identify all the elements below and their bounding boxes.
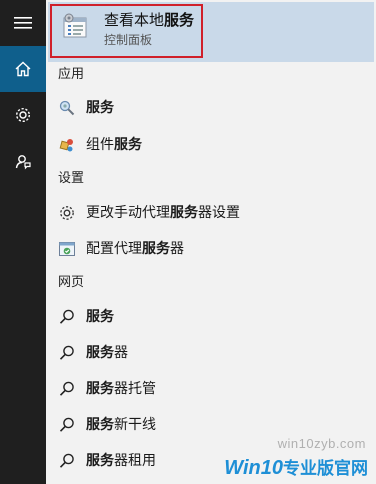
- search-icon: [58, 308, 76, 326]
- label-prefix: 组件: [86, 137, 114, 153]
- watermark-brand: Win10专业版官网: [224, 454, 368, 480]
- hamburger-menu-icon: [14, 16, 32, 30]
- left-rail: [0, 0, 46, 484]
- label-bold: 服务: [170, 205, 198, 221]
- setting-result-label: 更改手动代理服务器设置: [86, 196, 240, 230]
- label-bold: 服务: [86, 100, 114, 116]
- web-result[interactable]: 服务: [46, 300, 376, 334]
- menu-button[interactable]: [0, 0, 46, 46]
- app-result-label: 组件服务: [86, 128, 142, 162]
- label-suffix: 新干线: [114, 417, 156, 433]
- label-suffix: 器: [114, 345, 128, 361]
- search-results-panel: 查看本地服务 控制面板 应用 服务 组件服务 设置 更改手动代理服务器设置 配置…: [46, 0, 376, 484]
- top-result-title: 查看本地服务: [104, 10, 194, 30]
- gear-icon: [14, 106, 32, 124]
- setting-result-proxy-manual[interactable]: 更改手动代理服务器设置: [46, 196, 376, 230]
- label-bold: 服务: [114, 137, 142, 153]
- label-prefix: 配置代理: [86, 241, 142, 257]
- web-result-label: 服务器租用: [86, 444, 156, 478]
- label-suffix: 器托管: [114, 381, 156, 397]
- section-settings-heading: 设置: [58, 171, 85, 186]
- magnifier-gear-icon: [58, 99, 76, 117]
- site-watermark: win10zyb.com Win10专业版官网: [200, 434, 376, 484]
- proxy-config-icon: [58, 240, 76, 258]
- services-window-icon: [61, 12, 91, 42]
- web-result[interactable]: 服务器: [46, 336, 376, 370]
- section-apps-heading: 应用: [58, 67, 85, 82]
- top-result-title-bold: 服务: [164, 11, 195, 29]
- label-bold: 服务: [86, 345, 114, 361]
- top-result-subtitle: 控制面板: [104, 33, 153, 47]
- top-result-item[interactable]: 查看本地服务 控制面板: [48, 2, 374, 62]
- web-result-label: 服务新干线: [86, 408, 156, 442]
- gear-icon: [58, 204, 76, 222]
- feedback-button[interactable]: [0, 138, 46, 184]
- web-result-label: 服务: [86, 300, 114, 334]
- search-icon: [58, 344, 76, 362]
- label-bold: 服务: [86, 381, 114, 397]
- search-icon: [58, 452, 76, 470]
- home-button[interactable]: [0, 46, 46, 92]
- top-result-title-plain: 查看本地: [104, 11, 165, 29]
- web-result[interactable]: 服务器托管: [46, 372, 376, 406]
- label-bold: 服务: [142, 241, 170, 257]
- label-suffix: 器租用: [114, 453, 156, 469]
- settings-button[interactable]: [0, 92, 46, 138]
- setting-result-label: 配置代理服务器: [86, 232, 184, 266]
- web-result-label: 服务器托管: [86, 372, 156, 406]
- watermark-url: win10zyb.com: [277, 436, 366, 451]
- label-bold: 服务: [86, 417, 114, 433]
- watermark-brand-text: Win10: [224, 457, 283, 479]
- app-result-component-services[interactable]: 组件服务: [46, 128, 376, 162]
- home-icon: [14, 60, 32, 78]
- section-web-heading: 网页: [58, 275, 85, 290]
- app-result-services[interactable]: 服务: [46, 91, 376, 125]
- web-result-label: 服务器: [86, 336, 128, 370]
- watermark-brand-cn: 专业版官网: [283, 459, 368, 478]
- setting-result-proxy-config[interactable]: 配置代理服务器: [46, 232, 376, 266]
- component-services-icon: [58, 136, 76, 154]
- search-icon: [58, 416, 76, 434]
- label-suffix: 器设置: [198, 205, 240, 221]
- search-icon: [58, 380, 76, 398]
- label-bold: 服务: [86, 453, 114, 469]
- label-bold: 服务: [86, 309, 114, 325]
- app-result-label: 服务: [86, 91, 114, 125]
- label-prefix: 更改手动代理: [86, 205, 170, 221]
- feedback-icon: [14, 152, 32, 170]
- label-suffix: 器: [170, 241, 184, 257]
